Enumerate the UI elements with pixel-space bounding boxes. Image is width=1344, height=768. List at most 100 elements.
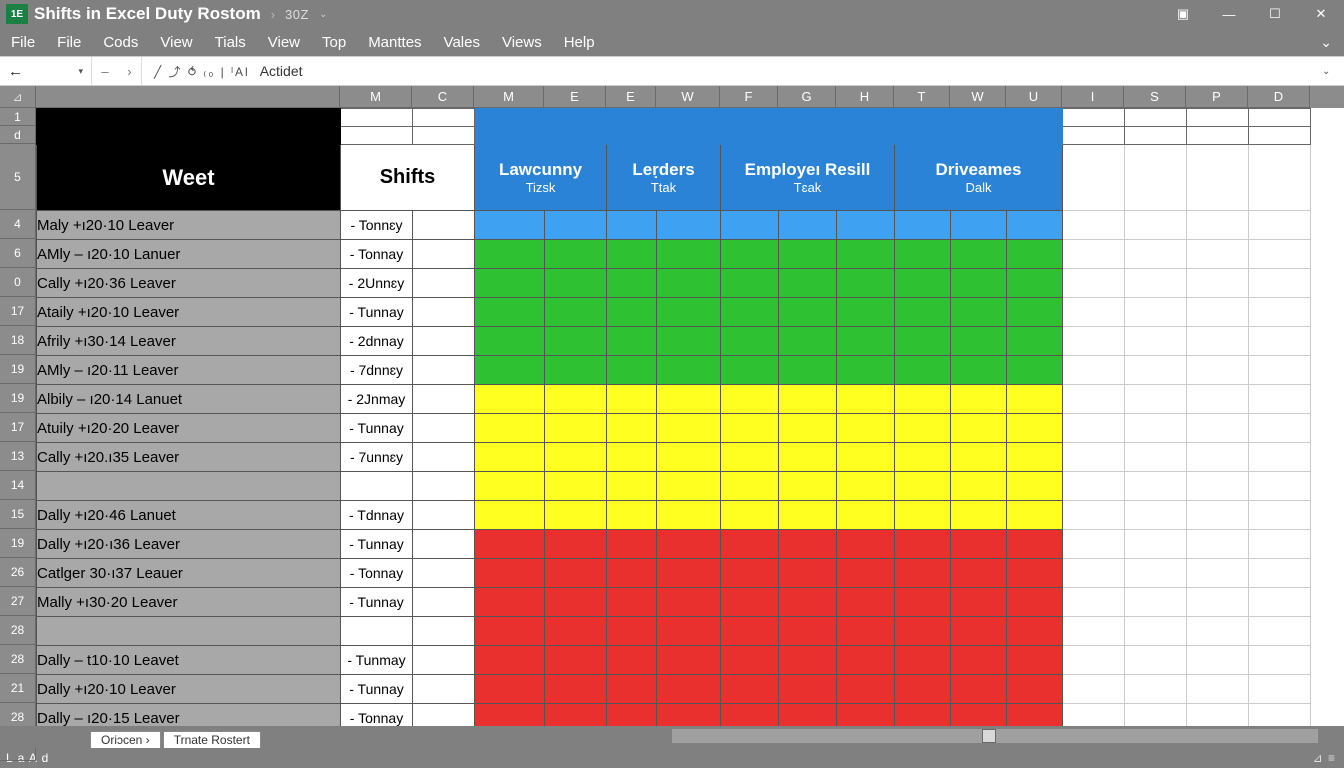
roster-cell[interactable] <box>837 617 895 646</box>
cell[interactable] <box>1249 472 1311 501</box>
cell[interactable] <box>1249 646 1311 675</box>
roster-cell[interactable] <box>657 414 721 443</box>
employee-cell[interactable]: Mally +ı30·20 Leaver <box>37 588 341 617</box>
cell[interactable] <box>1063 298 1125 327</box>
roster-cell[interactable] <box>837 298 895 327</box>
roster-cell[interactable] <box>657 559 721 588</box>
cell[interactable] <box>1125 530 1187 559</box>
employee-cell[interactable]: Dally +ı20·46 Lanuet <box>37 501 341 530</box>
employee-cell[interactable]: Maly +ı20·10 Leaver <box>37 211 341 240</box>
column-header[interactable]: S <box>1124 86 1186 108</box>
employee-cell[interactable]: AMly – ı20·10 Lanuer <box>37 240 341 269</box>
shift-cell[interactable] <box>341 472 413 501</box>
roster-cell[interactable] <box>721 588 779 617</box>
roster-cell[interactable] <box>895 385 951 414</box>
cell[interactable] <box>413 443 475 472</box>
cell[interactable] <box>1063 501 1125 530</box>
roster-cell[interactable] <box>951 327 1007 356</box>
row-header[interactable]: 19 <box>0 384 36 413</box>
roster-cell[interactable] <box>779 530 837 559</box>
row-header[interactable]: 28 <box>0 616 36 645</box>
cell[interactable] <box>1249 588 1311 617</box>
employee-cell[interactable]: Dally +ı20·10 Leaver <box>37 675 341 704</box>
roster-cell[interactable] <box>545 501 607 530</box>
roster-cell[interactable] <box>1007 414 1063 443</box>
cell[interactable] <box>1249 501 1311 530</box>
roster-cell[interactable] <box>607 327 657 356</box>
row-header[interactable]: 15 <box>0 500 36 529</box>
roster-cell[interactable] <box>951 211 1007 240</box>
row-header[interactable]: 4 <box>0 210 36 239</box>
cell[interactable] <box>413 646 475 675</box>
cell[interactable] <box>1063 472 1125 501</box>
employee-cell[interactable]: Albily – ı20·14 Lanuet <box>37 385 341 414</box>
roster-cell[interactable] <box>721 240 779 269</box>
roster-cell[interactable] <box>475 385 545 414</box>
roster-cell[interactable] <box>837 588 895 617</box>
row-header[interactable]: 6 <box>0 239 36 268</box>
column-header[interactable] <box>36 86 340 108</box>
employee-cell[interactable] <box>37 617 341 646</box>
menu-top[interactable]: Top <box>311 30 357 55</box>
roster-cell[interactable] <box>951 559 1007 588</box>
forward-icon[interactable]: › <box>127 64 131 79</box>
minimize-button[interactable]: — <box>1206 0 1252 28</box>
roster-cell[interactable] <box>951 472 1007 501</box>
roster-cell[interactable] <box>607 675 657 704</box>
roster-cell[interactable] <box>1007 298 1063 327</box>
roster-cell[interactable] <box>475 501 545 530</box>
cell[interactable] <box>1125 414 1187 443</box>
menu-file-2[interactable]: File <box>46 30 92 55</box>
roster-cell[interactable] <box>951 675 1007 704</box>
roster-cell[interactable] <box>545 646 607 675</box>
shift-cell[interactable]: - 7dnnɛy <box>341 356 413 385</box>
row-header[interactable]: 0 <box>0 268 36 297</box>
employee-cell[interactable] <box>37 472 341 501</box>
roster-cell[interactable] <box>837 646 895 675</box>
cell[interactable] <box>413 327 475 356</box>
shift-cell[interactable]: - Tunmay <box>341 646 413 675</box>
cell[interactable] <box>1063 588 1125 617</box>
roster-cell[interactable] <box>1007 675 1063 704</box>
shift-cell[interactable]: - Tonnɛy <box>341 211 413 240</box>
employee-cell[interactable]: Dally +ı20·ı36 Leaver <box>37 530 341 559</box>
roster-cell[interactable] <box>1007 472 1063 501</box>
column-header[interactable]: E <box>544 86 606 108</box>
roster-cell[interactable] <box>607 501 657 530</box>
cell[interactable] <box>1187 704 1249 727</box>
roster-cell[interactable] <box>951 385 1007 414</box>
roster-cell[interactable] <box>779 211 837 240</box>
roster-cell[interactable] <box>1007 356 1063 385</box>
cell[interactable] <box>1249 443 1311 472</box>
zoom-value[interactable]: 30Z <box>285 7 309 22</box>
shift-cell[interactable]: - 2Jnmay <box>341 385 413 414</box>
cell[interactable] <box>1187 588 1249 617</box>
cell[interactable] <box>413 385 475 414</box>
shift-cell[interactable]: - 2Unnɛy <box>341 269 413 298</box>
roster-cell[interactable] <box>545 269 607 298</box>
cell[interactable] <box>1125 501 1187 530</box>
roster-cell[interactable] <box>721 414 779 443</box>
roster-cell[interactable] <box>837 211 895 240</box>
roster-cell[interactable] <box>837 501 895 530</box>
formula-input[interactable]: Actidet <box>260 63 303 79</box>
cell[interactable] <box>1063 385 1125 414</box>
roster-cell[interactable] <box>721 559 779 588</box>
roster-cell[interactable] <box>657 211 721 240</box>
roster-cell[interactable] <box>837 472 895 501</box>
cell[interactable] <box>1063 530 1125 559</box>
cell[interactable] <box>1187 385 1249 414</box>
cell[interactable] <box>1187 298 1249 327</box>
roster-cell[interactable] <box>657 501 721 530</box>
employee-cell[interactable]: Afrily +ı30·14 Leaver <box>37 327 341 356</box>
roster-cell[interactable] <box>895 414 951 443</box>
back-dropdown-icon[interactable]: ▾ <box>78 66 83 77</box>
roster-cell[interactable] <box>475 443 545 472</box>
menu-views[interactable]: Views <box>491 30 553 55</box>
roster-cell[interactable] <box>837 530 895 559</box>
roster-cell[interactable] <box>657 588 721 617</box>
roster-cell[interactable] <box>837 675 895 704</box>
roster-cell[interactable] <box>475 414 545 443</box>
roster-cell[interactable] <box>607 472 657 501</box>
roster-cell[interactable] <box>895 298 951 327</box>
